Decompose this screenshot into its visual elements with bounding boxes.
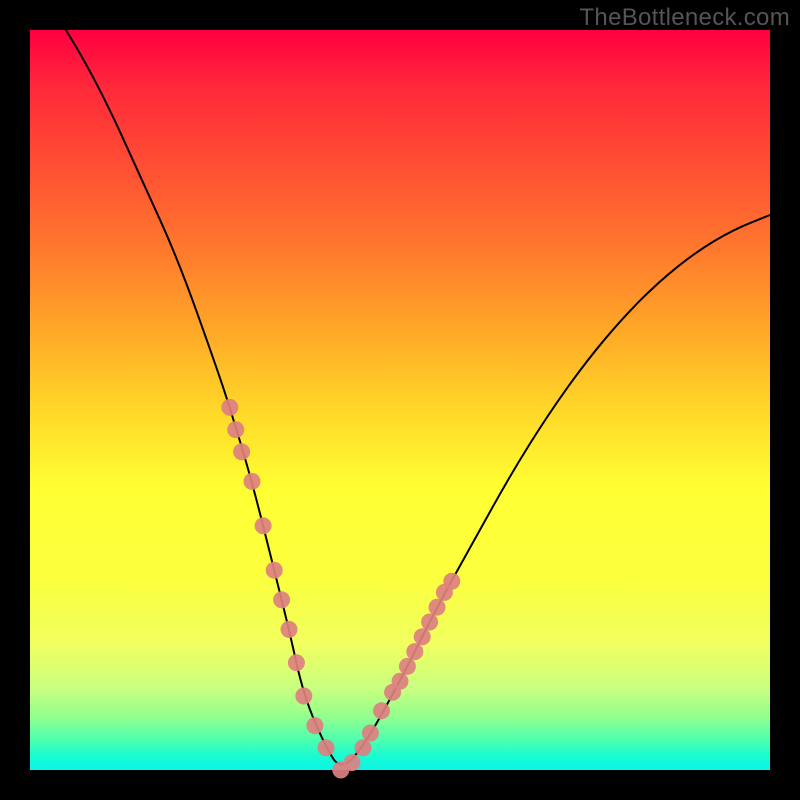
marker-dot	[318, 739, 335, 756]
curve-path	[30, 0, 770, 764]
marker-dot	[255, 517, 272, 534]
marker-dot	[244, 473, 261, 490]
marker-dot	[414, 628, 431, 645]
marker-dot	[343, 754, 360, 771]
watermark-text: TheBottleneck.com	[579, 4, 790, 32]
marker-dot	[399, 658, 416, 675]
marker-dot	[306, 717, 323, 734]
marker-dot	[273, 591, 290, 608]
chart-frame: TheBottleneck.com	[0, 0, 800, 800]
curve-svg	[30, 30, 770, 770]
marker-dot	[288, 654, 305, 671]
marker-dot	[392, 673, 409, 690]
marker-dot	[266, 562, 283, 579]
marker-dot	[227, 421, 244, 438]
marker-dot	[362, 725, 379, 742]
marker-dot	[406, 643, 423, 660]
marker-dot	[429, 599, 446, 616]
marker-dot	[221, 399, 238, 416]
marker-dot	[443, 573, 460, 590]
plot-area	[30, 30, 770, 770]
marker-dot	[295, 688, 312, 705]
marker-dot	[373, 702, 390, 719]
marker-dot	[233, 443, 250, 460]
marker-dot	[355, 739, 372, 756]
marker-dot	[421, 614, 438, 631]
marker-dots	[221, 399, 460, 779]
bottleneck-curve	[30, 0, 770, 764]
marker-dot	[281, 621, 298, 638]
